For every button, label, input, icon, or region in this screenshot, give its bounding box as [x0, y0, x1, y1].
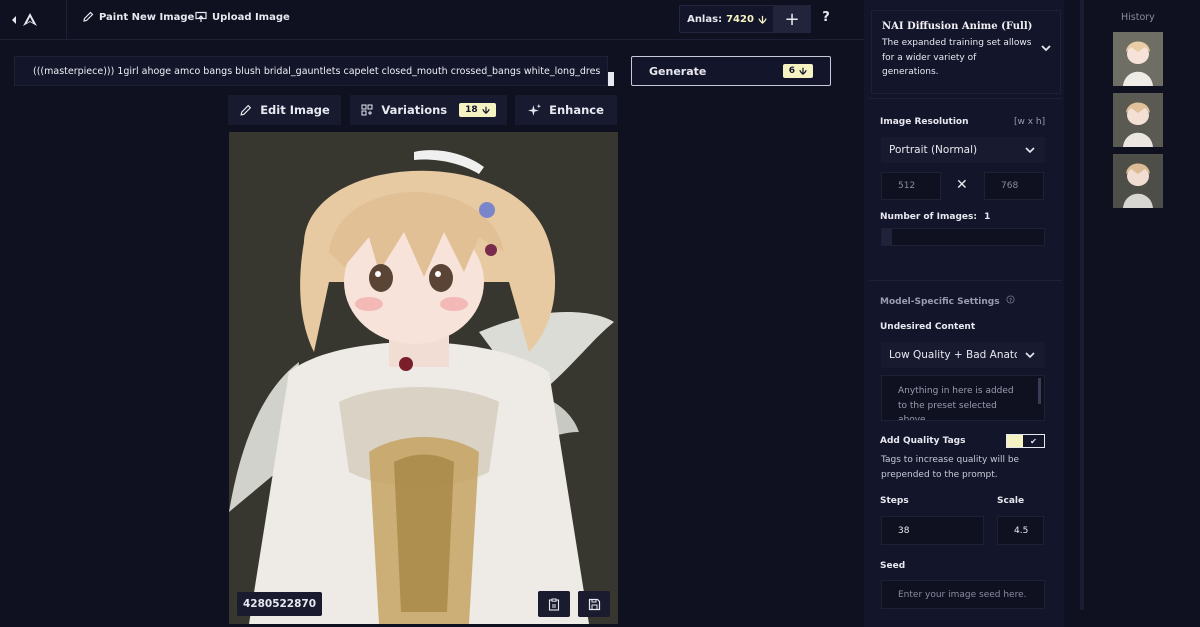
history-image	[1113, 32, 1163, 86]
quality-tags-toggle[interactable]: ✔	[1006, 434, 1045, 448]
pencil-icon	[83, 11, 94, 22]
generate-cost-badge: 6	[782, 64, 813, 78]
generated-image[interactable]	[229, 132, 618, 624]
top-toolbar: Paint New Image Upload Image Anlas: 7420…	[0, 0, 864, 40]
model-title: NAI Diffusion Anime (Full)	[882, 21, 1033, 32]
generate-button[interactable]: Generate 6	[631, 56, 831, 86]
history-thumbnail[interactable]	[1113, 32, 1163, 86]
variations-grid-icon	[361, 104, 373, 116]
anlas-icon	[799, 67, 807, 75]
paint-new-image-button[interactable]: Paint New Image	[82, 11, 194, 23]
anlas-balance: Anlas: 7420	[679, 5, 775, 33]
anlas-label: Anlas:	[687, 13, 723, 25]
height-input[interactable]: 768	[984, 172, 1044, 200]
anlas-icon	[758, 15, 767, 24]
number-of-images-text: Number of Images:	[880, 212, 977, 222]
edit-image-label: Edit Image	[260, 103, 330, 117]
dimension-times-icon: ✕	[956, 177, 968, 193]
toggle-knob	[1007, 435, 1023, 447]
resolution-hint: [w x h]	[1014, 117, 1046, 127]
chevron-down-icon	[1025, 352, 1035, 359]
image-seed-label: 4280522870	[237, 592, 322, 616]
number-of-images-value: 1	[984, 212, 991, 222]
history-thumbnail[interactable]	[1113, 93, 1163, 147]
undesired-content-label: Undesired Content	[880, 322, 976, 332]
model-description: The expanded training set allows for a w…	[882, 38, 1032, 77]
quality-tags-help: Tags to increase quality will be prepend…	[881, 455, 1020, 480]
pencil-icon	[240, 104, 252, 116]
seed-label: Seed	[880, 561, 906, 571]
add-anlas-button[interactable]: +	[773, 5, 811, 33]
variations-cost: 18	[465, 105, 478, 115]
novelai-logo-icon	[23, 13, 37, 26]
variations-cost-badge: 18	[459, 103, 496, 117]
scale-label: Scale	[997, 496, 1025, 506]
chevron-left-icon	[12, 16, 16, 24]
model-settings-text: Model-Specific Settings	[880, 297, 1000, 307]
generate-label: Generate	[649, 64, 707, 78]
anlas-value: 7420	[726, 13, 754, 25]
checkmark-icon: ✔	[1030, 436, 1037, 446]
enhance-label: Enhance	[549, 103, 604, 117]
textarea-scrollbar[interactable]	[1038, 378, 1041, 404]
image-resolution-label: Image Resolution	[880, 117, 969, 127]
help-circle-icon[interactable]: ?	[1006, 295, 1015, 304]
chevron-down-icon	[1025, 147, 1035, 154]
undesired-content-value: Low Quality + Bad Anatomy	[889, 349, 1017, 361]
upload-image-button[interactable]: Upload Image	[195, 11, 290, 23]
sparkle-icon	[528, 103, 542, 116]
edit-image-button[interactable]: Edit Image	[228, 95, 341, 125]
chevron-down-icon[interactable]	[1036, 38, 1056, 58]
undesired-content-textarea[interactable]: Anything in here is added to the preset …	[881, 375, 1045, 421]
resolution-preset-dropdown[interactable]: Portrait (Normal)	[881, 137, 1045, 163]
variations-label: Variations	[381, 103, 448, 117]
upload-image-label: Upload Image	[212, 11, 290, 23]
upload-icon	[195, 11, 207, 22]
clipboard-icon	[548, 598, 560, 611]
help-button[interactable]: ?	[818, 10, 834, 28]
resolution-preset-value: Portrait (Normal)	[889, 144, 978, 156]
model-settings-label: Model-Specific Settings ?	[880, 295, 1015, 307]
floppy-disk-icon	[588, 598, 600, 610]
anime-girl-illustration	[229, 132, 618, 624]
history-image	[1113, 154, 1163, 208]
anlas-icon	[481, 106, 490, 114]
save-image-button[interactable]	[578, 591, 610, 617]
copy-seed-button[interactable]	[538, 591, 570, 617]
toolbar-divider	[66, 0, 67, 40]
number-of-images-slider[interactable]	[881, 228, 1045, 246]
scale-input[interactable]: 4.5	[997, 516, 1044, 545]
prompt-input[interactable]: (((masterpiece))) 1girl ahoge amco bangs…	[14, 56, 608, 86]
steps-label: Steps	[880, 496, 909, 506]
history-image	[1113, 93, 1163, 147]
prompt-scrollbar[interactable]	[608, 72, 614, 86]
enhance-button[interactable]: Enhance	[515, 95, 617, 125]
settings-scrollbar[interactable]	[1080, 0, 1084, 610]
history-thumbnail[interactable]	[1113, 154, 1163, 208]
width-input[interactable]: 512	[881, 172, 941, 200]
svg-text:?: ?	[1009, 298, 1012, 304]
number-of-images-label: Number of Images: 1	[880, 212, 990, 222]
variations-button[interactable]: Variations 18	[350, 95, 507, 125]
history-title: History	[1121, 12, 1155, 23]
add-quality-tags-label: Add Quality Tags	[880, 436, 966, 446]
seed-input[interactable]: Enter your image seed here.	[881, 580, 1045, 609]
paint-new-image-label: Paint New Image	[99, 11, 195, 23]
back-button[interactable]	[10, 10, 50, 30]
generate-cost: 6	[788, 66, 795, 76]
steps-input[interactable]: 38	[881, 516, 984, 545]
undesired-content-dropdown[interactable]: Low Quality + Bad Anatomy	[881, 342, 1045, 368]
slider-fill	[882, 229, 892, 245]
